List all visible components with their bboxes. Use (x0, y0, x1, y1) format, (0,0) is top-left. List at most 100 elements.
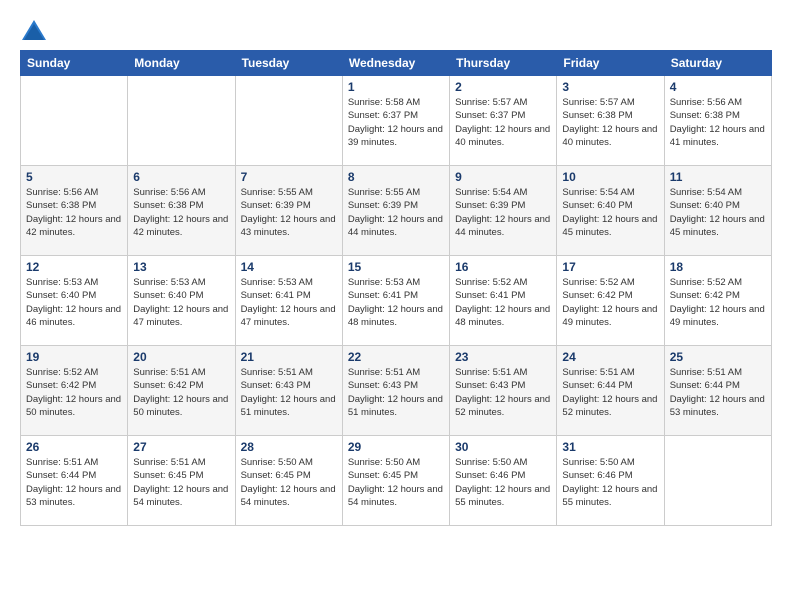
day-number: 4 (670, 80, 766, 94)
weekday-header-cell: Friday (557, 51, 664, 76)
calendar-cell: 15 Sunrise: 5:53 AM Sunset: 6:41 PM Dayli… (342, 256, 449, 346)
calendar-cell: 11 Sunrise: 5:54 AM Sunset: 6:40 PM Dayli… (664, 166, 771, 256)
day-info: Sunrise: 5:52 AM Sunset: 6:41 PM Dayligh… (455, 276, 551, 329)
calendar-cell (664, 436, 771, 526)
day-number: 22 (348, 350, 444, 364)
calendar-cell: 25Sunrise: 5:51 AM Sunset: 6:44 PM Dayli… (664, 346, 771, 436)
day-number: 16 (455, 260, 551, 274)
logo-text (20, 20, 46, 40)
day-number: 15 (348, 260, 444, 274)
day-info: Sunrise: 5:50 AM Sunset: 6:46 PM Dayligh… (562, 456, 658, 509)
calendar-cell: 24Sunrise: 5:51 AM Sunset: 6:44 PM Dayli… (557, 346, 664, 436)
calendar-cell: 26 Sunrise: 5:51 AM Sunset: 6:44 PM Dayli… (21, 436, 128, 526)
day-info: Sunrise: 5:52 AM Sunset: 6:42 PM Dayligh… (26, 366, 122, 419)
calendar-week-row: 19 Sunrise: 5:52 AM Sunset: 6:42 PM Dayli… (21, 346, 772, 436)
page-header (20, 20, 772, 40)
day-info: Sunrise: 5:52 AM Sunset: 6:42 PM Dayligh… (562, 276, 658, 329)
day-info: Sunrise: 5:53 AM Sunset: 6:41 PM Dayligh… (348, 276, 444, 329)
calendar-cell: 27 Sunrise: 5:51 AM Sunset: 6:45 PM Dayli… (128, 436, 235, 526)
day-info: Sunrise: 5:53 AM Sunset: 6:40 PM Dayligh… (133, 276, 229, 329)
day-number: 11 (670, 170, 766, 184)
calendar-cell: 10Sunrise: 5:54 AM Sunset: 6:40 PM Dayli… (557, 166, 664, 256)
day-number: 21 (241, 350, 337, 364)
day-number: 5 (26, 170, 122, 184)
logo (20, 20, 46, 40)
calendar-cell: 29 Sunrise: 5:50 AM Sunset: 6:45 PM Dayli… (342, 436, 449, 526)
calendar-cell: 13 Sunrise: 5:53 AM Sunset: 6:40 PM Dayli… (128, 256, 235, 346)
calendar-table: SundayMondayTuesdayWednesdayThursdayFrid… (20, 50, 772, 526)
calendar-cell: 21Sunrise: 5:51 AM Sunset: 6:43 PM Dayli… (235, 346, 342, 436)
calendar-cell: 18 Sunrise: 5:52 AM Sunset: 6:42 PM Dayli… (664, 256, 771, 346)
day-number: 19 (26, 350, 122, 364)
calendar-cell: 31 Sunrise: 5:50 AM Sunset: 6:46 PM Dayli… (557, 436, 664, 526)
calendar-cell: 7 Sunrise: 5:55 AM Sunset: 6:39 PM Daylig… (235, 166, 342, 256)
day-number: 18 (670, 260, 766, 274)
calendar-week-row: 26 Sunrise: 5:51 AM Sunset: 6:44 PM Dayli… (21, 436, 772, 526)
day-info: Sunrise: 5:50 AM Sunset: 6:45 PM Dayligh… (348, 456, 444, 509)
day-info: Sunrise: 5:57 AM Sunset: 6:37 PM Dayligh… (455, 96, 551, 149)
weekday-header-row: SundayMondayTuesdayWednesdayThursdayFrid… (21, 51, 772, 76)
day-number: 27 (133, 440, 229, 454)
calendar-cell (235, 76, 342, 166)
day-info: Sunrise: 5:52 AM Sunset: 6:42 PM Dayligh… (670, 276, 766, 329)
day-number: 12 (26, 260, 122, 274)
day-number: 9 (455, 170, 551, 184)
day-number: 2 (455, 80, 551, 94)
day-info: Sunrise: 5:56 AM Sunset: 6:38 PM Dayligh… (26, 186, 122, 239)
calendar-body: 1 Sunrise: 5:58 AM Sunset: 6:37 PM Daylig… (21, 76, 772, 526)
day-number: 8 (348, 170, 444, 184)
weekday-header-cell: Wednesday (342, 51, 449, 76)
day-info: Sunrise: 5:54 AM Sunset: 6:39 PM Dayligh… (455, 186, 551, 239)
calendar-cell: 16 Sunrise: 5:52 AM Sunset: 6:41 PM Dayli… (450, 256, 557, 346)
day-info: Sunrise: 5:51 AM Sunset: 6:44 PM Dayligh… (562, 366, 658, 419)
calendar-cell: 30Sunrise: 5:50 AM Sunset: 6:46 PM Dayli… (450, 436, 557, 526)
calendar-cell: 5 Sunrise: 5:56 AM Sunset: 6:38 PM Daylig… (21, 166, 128, 256)
calendar-cell: 19 Sunrise: 5:52 AM Sunset: 6:42 PM Dayli… (21, 346, 128, 436)
calendar-cell: 17Sunrise: 5:52 AM Sunset: 6:42 PM Dayli… (557, 256, 664, 346)
day-number: 23 (455, 350, 551, 364)
calendar-cell: 3Sunrise: 5:57 AM Sunset: 6:38 PM Daylig… (557, 76, 664, 166)
calendar-cell: 1 Sunrise: 5:58 AM Sunset: 6:37 PM Daylig… (342, 76, 449, 166)
day-info: Sunrise: 5:51 AM Sunset: 6:43 PM Dayligh… (455, 366, 551, 419)
day-number: 31 (562, 440, 658, 454)
weekday-header-cell: Sunday (21, 51, 128, 76)
day-info: Sunrise: 5:58 AM Sunset: 6:37 PM Dayligh… (348, 96, 444, 149)
day-number: 25 (670, 350, 766, 364)
calendar-cell: 4 Sunrise: 5:56 AM Sunset: 6:38 PM Daylig… (664, 76, 771, 166)
weekday-header-cell: Monday (128, 51, 235, 76)
calendar-week-row: 12 Sunrise: 5:53 AM Sunset: 6:40 PM Dayli… (21, 256, 772, 346)
day-info: Sunrise: 5:56 AM Sunset: 6:38 PM Dayligh… (670, 96, 766, 149)
day-info: Sunrise: 5:50 AM Sunset: 6:45 PM Dayligh… (241, 456, 337, 509)
day-info: Sunrise: 5:51 AM Sunset: 6:42 PM Dayligh… (133, 366, 229, 419)
day-number: 13 (133, 260, 229, 274)
calendar-cell: 9 Sunrise: 5:54 AM Sunset: 6:39 PM Daylig… (450, 166, 557, 256)
calendar-cell: 28 Sunrise: 5:50 AM Sunset: 6:45 PM Dayli… (235, 436, 342, 526)
weekday-header-cell: Tuesday (235, 51, 342, 76)
day-number: 20 (133, 350, 229, 364)
day-number: 14 (241, 260, 337, 274)
day-number: 29 (348, 440, 444, 454)
day-info: Sunrise: 5:55 AM Sunset: 6:39 PM Dayligh… (348, 186, 444, 239)
day-number: 7 (241, 170, 337, 184)
day-info: Sunrise: 5:54 AM Sunset: 6:40 PM Dayligh… (670, 186, 766, 239)
day-info: Sunrise: 5:57 AM Sunset: 6:38 PM Dayligh… (562, 96, 658, 149)
day-number: 1 (348, 80, 444, 94)
calendar-cell: 20 Sunrise: 5:51 AM Sunset: 6:42 PM Dayli… (128, 346, 235, 436)
day-number: 26 (26, 440, 122, 454)
day-info: Sunrise: 5:51 AM Sunset: 6:45 PM Dayligh… (133, 456, 229, 509)
day-info: Sunrise: 5:51 AM Sunset: 6:44 PM Dayligh… (26, 456, 122, 509)
day-number: 30 (455, 440, 551, 454)
day-info: Sunrise: 5:53 AM Sunset: 6:40 PM Dayligh… (26, 276, 122, 329)
calendar-cell: 14 Sunrise: 5:53 AM Sunset: 6:41 PM Dayli… (235, 256, 342, 346)
calendar-cell (128, 76, 235, 166)
day-number: 28 (241, 440, 337, 454)
weekday-header-cell: Thursday (450, 51, 557, 76)
weekday-header-cell: Saturday (664, 51, 771, 76)
calendar-week-row: 5 Sunrise: 5:56 AM Sunset: 6:38 PM Daylig… (21, 166, 772, 256)
day-info: Sunrise: 5:56 AM Sunset: 6:38 PM Dayligh… (133, 186, 229, 239)
calendar-cell: 12 Sunrise: 5:53 AM Sunset: 6:40 PM Dayli… (21, 256, 128, 346)
calendar-cell: 22 Sunrise: 5:51 AM Sunset: 6:43 PM Dayli… (342, 346, 449, 436)
day-info: Sunrise: 5:51 AM Sunset: 6:43 PM Dayligh… (348, 366, 444, 419)
day-info: Sunrise: 5:55 AM Sunset: 6:39 PM Dayligh… (241, 186, 337, 239)
day-info: Sunrise: 5:53 AM Sunset: 6:41 PM Dayligh… (241, 276, 337, 329)
